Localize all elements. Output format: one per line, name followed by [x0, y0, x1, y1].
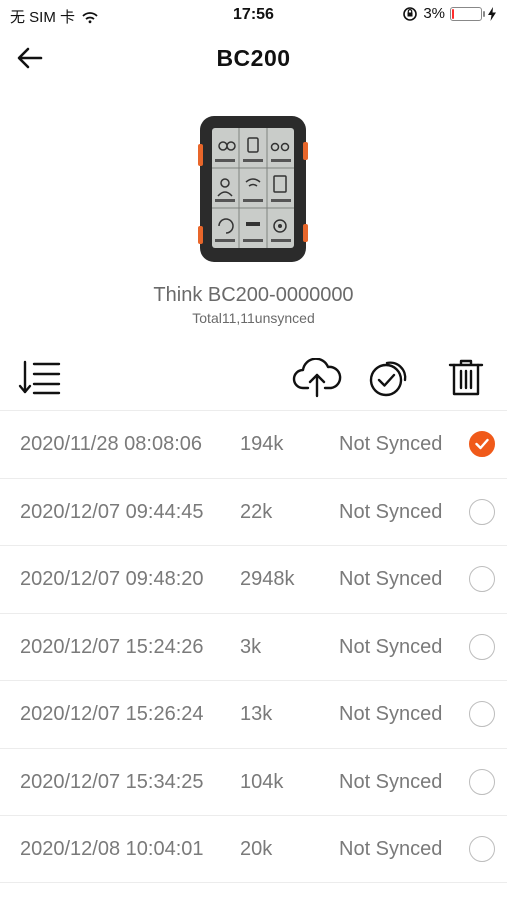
upload-button[interactable] — [292, 356, 342, 400]
record-status: Not Synced — [339, 838, 443, 860]
select-checkbox[interactable] — [469, 836, 495, 862]
sort-button[interactable] — [18, 356, 62, 400]
list-item[interactable]: 2020/11/28 08:08:06 194k Not Synced — [0, 410, 507, 478]
record-list: 2020/11/28 08:08:06 194k Not Synced 2020/12… — [0, 410, 507, 883]
record-date: 2020/11/28 08:08:06 — [20, 433, 203, 455]
orientation-lock-icon — [403, 6, 418, 21]
record-size: 3k — [240, 635, 262, 658]
record-size: 2948k — [240, 568, 295, 590]
record-date: 2020/12/07 09:48:20 — [20, 568, 204, 590]
list-item[interactable]: 2020/12/07 15:34:25 104k Not Synced — [0, 747, 507, 816]
device-name: Think BC200-0000000 — [153, 284, 354, 306]
battery-level — [452, 8, 454, 19]
nav-bar: BC200 — [0, 30, 507, 86]
upload-cloud-icon — [292, 358, 342, 398]
record-date: 2020/12/07 15:26:24 — [20, 703, 204, 725]
battery-percent: 3% — [423, 5, 445, 22]
list-item[interactable]: 2020/12/07 09:44:45 22k Not Synced — [0, 477, 507, 546]
trash-icon — [448, 359, 484, 396]
record-status: Not Synced — [339, 500, 443, 523]
sort-icon — [18, 360, 61, 395]
select-checkbox[interactable] — [469, 498, 495, 525]
status-bar: 无 SIM 卡 17:56 3% — [0, 0, 507, 30]
checkmark-icon — [475, 438, 489, 450]
record-size: 20k — [240, 838, 273, 860]
record-status: Not Synced — [339, 770, 443, 793]
record-status: Not Synced — [339, 635, 443, 658]
bike-computer-device-image — [198, 116, 308, 262]
list-item[interactable]: 2020/12/07 09:48:20 2948k Not Synced — [0, 545, 507, 613]
record-status: Not Synced — [339, 433, 443, 455]
device-sync-summary: Total11,11unsynced — [192, 310, 315, 326]
page-title: BC200 — [216, 45, 291, 71]
record-size: 22k — [240, 500, 273, 523]
list-item[interactable]: 2020/12/08 10:04:01 20k Not Synced — [0, 815, 507, 883]
record-size: 194k — [240, 433, 284, 455]
record-status: Not Synced — [339, 568, 443, 590]
select-checkbox[interactable] — [469, 431, 495, 457]
record-date: 2020/12/07 09:44:45 — [20, 500, 204, 523]
select-checkbox[interactable] — [469, 633, 495, 660]
select-checkbox[interactable] — [469, 768, 495, 795]
toolbar — [0, 348, 507, 408]
list-item[interactable]: 2020/12/07 15:26:24 13k Not Synced — [0, 680, 507, 748]
record-size: 13k — [240, 703, 273, 725]
battery-icon — [450, 6, 485, 21]
record-date: 2020/12/08 10:04:01 — [20, 838, 204, 860]
record-date: 2020/12/07 15:24:26 — [20, 635, 204, 658]
charging-bolt-icon — [488, 6, 496, 21]
list-item[interactable]: 2020/12/07 15:24:26 3k Not Synced — [0, 612, 507, 681]
status-right: 3% — [402, 5, 497, 22]
select-checkbox[interactable] — [469, 701, 495, 727]
select-checkbox[interactable] — [469, 566, 495, 592]
record-status: Not Synced — [339, 703, 443, 725]
delete-button[interactable] — [444, 356, 488, 400]
sync-check-icon — [369, 361, 407, 397]
record-size: 104k — [240, 770, 284, 793]
sync-button[interactable] — [367, 356, 411, 400]
record-date: 2020/12/07 15:34:25 — [20, 770, 204, 793]
